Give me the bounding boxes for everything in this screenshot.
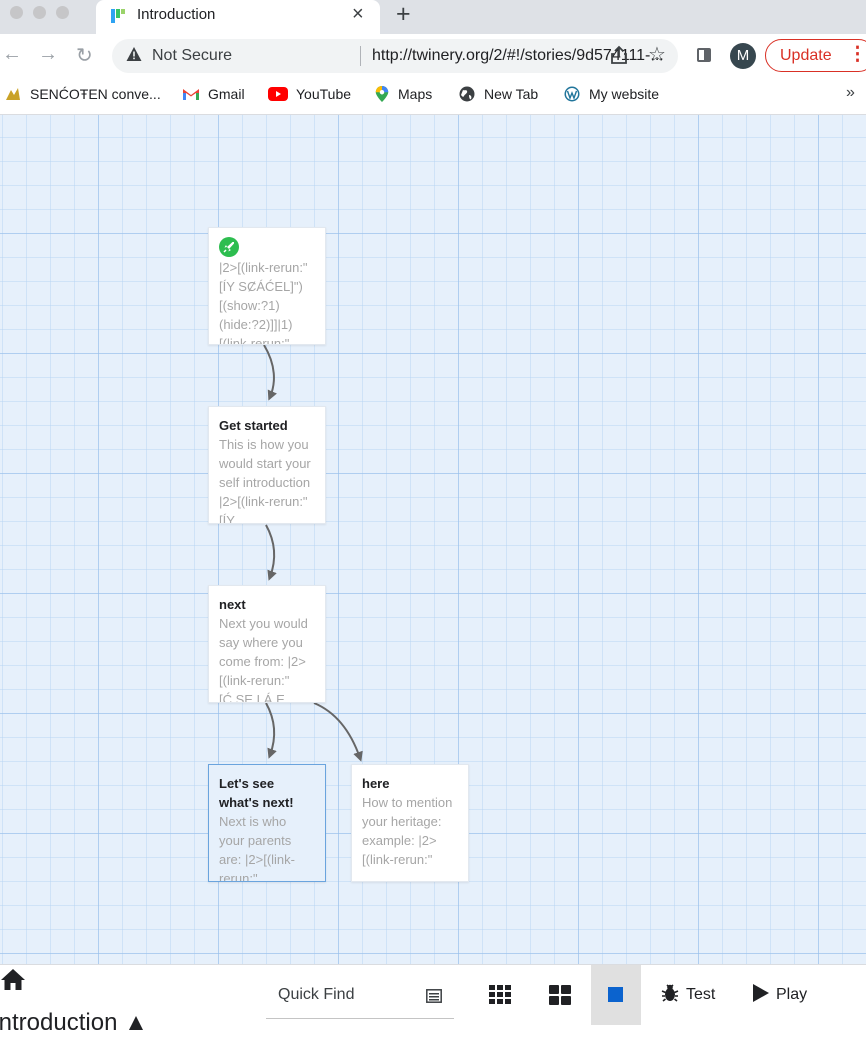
maximize-window-button[interactable] <box>56 6 69 19</box>
sencoten-icon <box>6 88 20 100</box>
gmail-icon <box>183 89 199 100</box>
bookmark-maps[interactable]: Maps <box>374 86 432 102</box>
bookmark-label: SENĆOŦEN conve... <box>30 86 161 102</box>
passage-title: Let's see what's next! <box>219 776 294 810</box>
forward-button[interactable]: → <box>38 43 58 66</box>
test-label: Test <box>686 986 716 1003</box>
test-button[interactable]: Test <box>660 983 715 1004</box>
new-tab-button[interactable]: + <box>396 0 411 29</box>
bookmark-label: Maps <box>398 86 433 102</box>
browser-tab[interactable]: Introduction × <box>96 0 380 34</box>
passage-excerpt: Next is who your parents are: |2>[(link-… <box>219 814 295 882</box>
play-label: Play <box>776 986 808 1003</box>
bookmark-label: YouTube <box>296 86 352 102</box>
share-icon[interactable] <box>610 45 628 65</box>
zoom-medium-button[interactable] <box>537 965 583 1025</box>
passage-excerpt: How to mention your heritage: example: |… <box>362 795 453 867</box>
minimize-window-button[interactable] <box>33 6 46 19</box>
twine-favicon-icon <box>111 9 125 23</box>
play-icon <box>753 984 769 1002</box>
home-icon[interactable] <box>0 967 26 991</box>
tab-close-button[interactable]: × <box>352 3 364 26</box>
passage-card-next[interactable]: next Next you would say where you come f… <box>208 585 326 703</box>
update-label: Update <box>780 47 832 64</box>
globe-icon <box>459 86 475 102</box>
bug-icon <box>661 984 679 1002</box>
bookmark-label: Gmail <box>208 86 245 102</box>
bookmark-label: My website <box>589 86 660 102</box>
passage-excerpt: Next you would say where you come from: … <box>219 616 308 703</box>
link-arrow <box>265 702 277 759</box>
warning-icon <box>126 47 142 61</box>
security-status[interactable]: Not Secure <box>152 47 232 65</box>
bookmark-label: New Tab <box>484 86 539 102</box>
link-arrow <box>263 344 277 401</box>
youtube-icon <box>268 87 288 101</box>
maps-icon <box>375 86 389 102</box>
bookmark-new-tab[interactable]: New Tab <box>458 86 538 102</box>
reload-button[interactable]: ↻ <box>76 43 93 68</box>
quick-find-input[interactable] <box>276 985 410 1005</box>
quick-find-field[interactable] <box>266 977 454 1019</box>
side-panel-icon[interactable] <box>697 48 711 62</box>
tab-title: Introduction <box>137 6 216 23</box>
bookmark-my-website[interactable]: My website <box>563 86 659 102</box>
zoom-small-button[interactable] <box>477 965 523 1025</box>
browser-toolbar: ← → ↻ Not Secure http://twinery.org/2/#!… <box>0 34 866 78</box>
link-arrow <box>313 702 363 762</box>
passage-title: here <box>362 776 390 791</box>
story-title-menu[interactable]: Introduction ▲ <box>0 1009 148 1037</box>
bookmark-star-icon[interactable]: ☆ <box>648 42 666 67</box>
passage-title: Get started <box>219 418 288 433</box>
passage-title: next <box>219 597 246 612</box>
story-details-icon[interactable] <box>426 989 442 1003</box>
back-button[interactable]: ← <box>2 43 22 66</box>
browser-menu-icon[interactable]: ⋮ <box>848 43 866 66</box>
zoom-large-button[interactable] <box>591 965 641 1025</box>
square-icon <box>608 987 623 1002</box>
play-button[interactable]: Play <box>752 983 807 1004</box>
passage-card-start[interactable]: |2>[(link-rerun:"[ÍY SȻÁĆEL]")[(show:?1)… <box>208 227 326 345</box>
grid-four-icon <box>549 985 571 1005</box>
wordpress-icon <box>564 86 580 102</box>
passage-excerpt: This is how you would start your self in… <box>219 437 311 524</box>
passage-excerpt: |2>[(link-rerun:"[ÍY SȻÁĆEL]")[(show:?1)… <box>219 260 308 345</box>
bookmark-sencoten[interactable]: SENĆOŦEN conve... <box>4 86 161 102</box>
grid-nine-icon <box>489 985 511 1004</box>
more-bookmarks-button[interactable]: » <box>846 84 855 102</box>
close-window-button[interactable] <box>10 6 23 19</box>
profile-avatar[interactable]: M <box>730 43 756 69</box>
story-map[interactable]: |2>[(link-rerun:"[ÍY SȻÁĆEL]")[(show:?1)… <box>0 115 866 964</box>
bookmarks-bar: SENĆOŦEN conve... Gmail YouTube Maps New… <box>0 78 866 115</box>
address-bar[interactable]: Not Secure http://twinery.org/2/#!/stori… <box>112 39 678 73</box>
passage-card-get-started[interactable]: Get started This is how you would start … <box>208 406 326 524</box>
story-toolbar: Introduction ▲ Test <box>0 964 866 1036</box>
passage-card-lets-see-whats-next[interactable]: Let's see what's next! Next is who your … <box>208 764 326 882</box>
update-button[interactable]: Update ⋮ <box>765 39 866 72</box>
link-arrow <box>265 524 277 581</box>
tab-strip: Introduction × + <box>0 0 866 34</box>
address-separator <box>360 46 361 66</box>
start-rocket-icon <box>219 237 239 257</box>
bookmark-gmail[interactable]: Gmail <box>182 86 245 102</box>
passage-card-here[interactable]: here How to mention your heritage: examp… <box>351 764 469 882</box>
bookmark-youtube[interactable]: YouTube <box>268 86 351 102</box>
